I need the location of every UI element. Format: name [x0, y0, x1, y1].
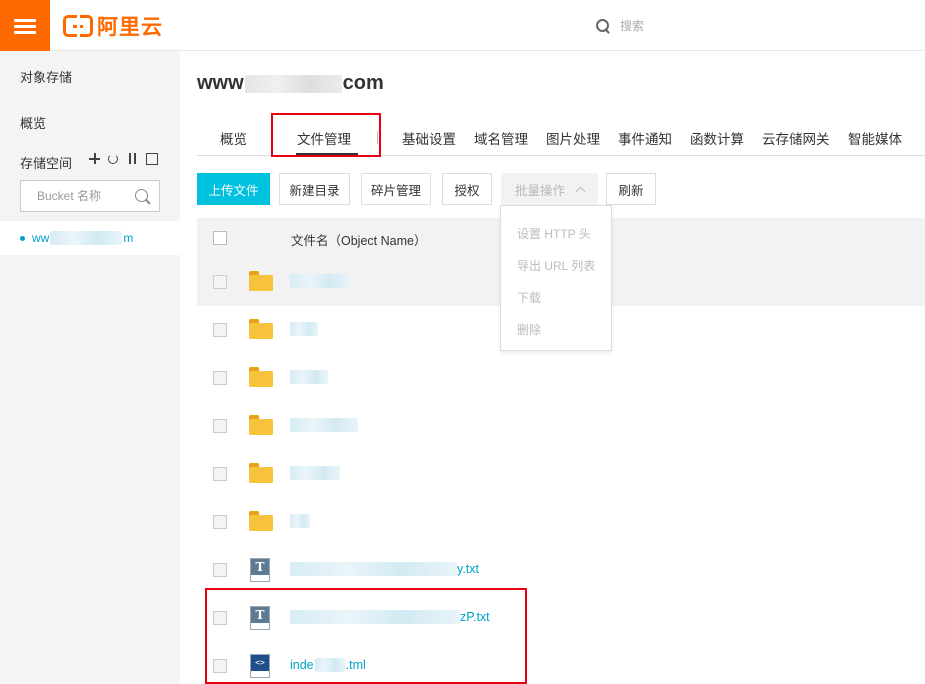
row-checkbox[interactable]	[213, 467, 227, 481]
tab-overview[interactable]: 概览	[220, 128, 247, 148]
file-name-link[interactable]: y.txt	[290, 562, 479, 576]
file-name-link[interactable]	[290, 274, 350, 288]
aliyun-logo-icon	[63, 13, 93, 40]
authorize-button[interactable]: 授权	[442, 173, 492, 205]
menu-button[interactable]	[0, 0, 50, 51]
text-file-icon: T	[250, 558, 270, 582]
tab-intelligent-media[interactable]: 智能媒体	[848, 128, 902, 148]
bucket-search	[20, 180, 160, 212]
tab-image-processing[interactable]: 图片处理	[546, 128, 600, 148]
table-row[interactable]	[197, 498, 925, 546]
table-row[interactable]	[197, 450, 925, 498]
search-icon	[596, 18, 610, 33]
refresh-button[interactable]: 刷新	[606, 173, 656, 205]
page-title: www com	[197, 72, 384, 94]
row-checkbox[interactable]	[213, 515, 227, 529]
menu-item-delete[interactable]: 删除	[517, 321, 541, 338]
tab-function-compute[interactable]: 函数计算	[690, 128, 744, 148]
folder-icon	[249, 511, 273, 531]
global-search[interactable]: 搜索	[596, 17, 644, 34]
tab-storage-gateway[interactable]: 云存储网关	[762, 128, 830, 148]
sidebar: 对象存储 概览 存储空间 wwm	[0, 51, 180, 684]
upload-file-button[interactable]: 上传文件	[197, 173, 270, 205]
row-checkbox[interactable]	[213, 419, 227, 433]
tab-event-notification[interactable]: 事件通知	[618, 128, 672, 148]
chevron-up-icon	[575, 186, 586, 196]
add-icon[interactable]	[88, 152, 101, 166]
table-row[interactable]: T y.txt	[197, 546, 925, 594]
active-dot-icon	[20, 235, 25, 241]
fragment-management-button[interactable]: 碎片管理	[361, 173, 431, 205]
bucket-name: ww m	[32, 230, 134, 246]
select-all-checkbox[interactable]	[213, 231, 227, 245]
table-row[interactable]	[197, 402, 925, 450]
batch-operations-button[interactable]: 批量操作	[501, 173, 598, 205]
bucket-search-input[interactable]	[21, 181, 129, 211]
menu-item-set-http-headers[interactable]: 设置 HTTP 头	[517, 225, 591, 242]
file-name-link[interactable]	[290, 514, 310, 528]
aliyun-logo[interactable]: 阿里云	[63, 13, 163, 40]
tab-domain-management[interactable]: 域名管理	[474, 128, 528, 148]
row-checkbox[interactable]	[213, 323, 227, 337]
top-header: 阿里云 搜索	[0, 0, 925, 51]
file-name-link[interactable]	[290, 418, 358, 432]
file-name-link[interactable]	[290, 370, 328, 384]
highlight-box-files	[205, 588, 527, 684]
menu-item-export-url-list[interactable]: 导出 URL 列表	[517, 257, 595, 274]
search-placeholder[interactable]: 搜索	[620, 17, 644, 34]
sidebar-storage-space-label: 存储空间	[20, 156, 73, 171]
table-row[interactable]	[197, 354, 925, 402]
refresh-icon[interactable]	[107, 152, 120, 166]
menu-item-download[interactable]: 下载	[517, 289, 541, 306]
highlight-box-tab	[271, 113, 381, 157]
sidebar-bucket-item[interactable]: ww m	[0, 221, 180, 255]
folder-icon	[249, 415, 273, 435]
hamburger-icon	[14, 18, 36, 34]
folder-icon	[249, 319, 273, 339]
batch-operations-menu: 设置 HTTP 头 导出 URL 列表 下载 删除	[500, 205, 612, 351]
file-name-link[interactable]	[290, 322, 318, 336]
sidebar-item-overview[interactable]: 概览	[20, 113, 46, 132]
storage-space-tools	[88, 152, 158, 166]
expand-icon[interactable]	[145, 152, 158, 166]
folder-icon	[249, 271, 273, 291]
sort-icon[interactable]	[126, 152, 139, 166]
tab-basic-settings[interactable]: 基础设置	[402, 128, 456, 148]
row-checkbox[interactable]	[213, 275, 227, 289]
column-header-filename: 文件名（Object Name）	[291, 234, 427, 248]
row-checkbox[interactable]	[213, 371, 227, 385]
folder-icon	[249, 367, 273, 387]
folder-icon	[249, 463, 273, 483]
new-directory-button[interactable]: 新建目录	[279, 173, 350, 205]
file-name-link[interactable]	[290, 466, 340, 480]
row-checkbox[interactable]	[213, 563, 227, 577]
search-icon[interactable]	[135, 189, 151, 205]
logo-text: 阿里云	[97, 16, 163, 39]
sidebar-title[interactable]: 对象存储	[20, 67, 72, 86]
